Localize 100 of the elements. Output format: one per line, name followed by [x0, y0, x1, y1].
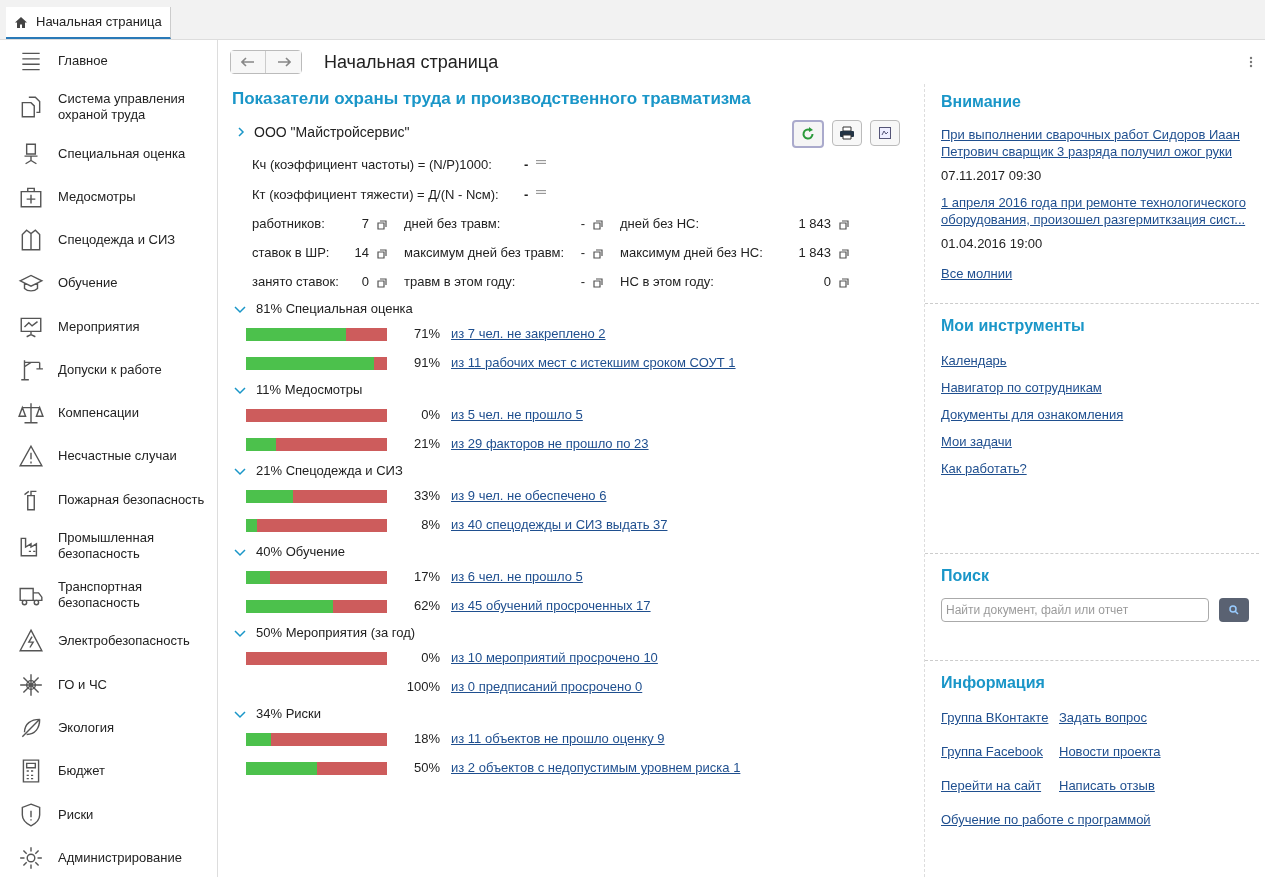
indicator-link[interactable]: из 11 рабочих мест с истекшим сроком СОУТ 1	[451, 353, 736, 373]
chevron-icon[interactable]	[234, 628, 246, 638]
stat-value: 0	[361, 273, 369, 292]
indicator-link[interactable]: из 0 предписаний просрочено 0	[451, 677, 643, 697]
link[interactable]: Обучение по работе с программой	[941, 812, 1151, 827]
copy-icon[interactable]	[375, 217, 388, 231]
link[interactable]: Все молнии	[941, 264, 1013, 284]
indicator-link[interactable]: из 9 чел. не обеспечено 6	[451, 486, 607, 506]
sidebar-item[interactable]: Электробезопасность	[0, 628, 217, 655]
percent-value: 62%	[413, 597, 440, 616]
section-title[interactable]: 40% Обучение	[256, 542, 346, 562]
indicator-link[interactable]: из 40 спецодежды и СИЗ выдать 37	[451, 515, 668, 535]
sidebar-item[interactable]: Главное	[0, 48, 217, 74]
equals-icon	[536, 159, 547, 164]
indicator-link[interactable]: из 7 чел. не закреплено 2	[451, 324, 606, 344]
copy-icon[interactable]	[837, 275, 850, 289]
link[interactable]: Перейти на сайт	[941, 778, 1042, 793]
link[interactable]: Написать отзыв	[1059, 778, 1155, 793]
sidebar-item[interactable]: Администрирование	[0, 844, 217, 871]
refresh-icon	[801, 126, 815, 141]
link[interactable]: Навигатор по сотрудникам	[941, 380, 1102, 395]
link[interactable]: Группа Facebook	[941, 744, 1043, 759]
indicator-link[interactable]: из 6 чел. не прошло 5	[451, 567, 583, 587]
link[interactable]: Документы для ознакомления	[941, 407, 1124, 422]
section-title[interactable]: 50% Мероприятия (за год)	[256, 623, 416, 643]
right-arrow-icon	[276, 57, 291, 67]
coefficient-value: -	[524, 155, 529, 174]
link[interactable]: 1 апреля 2016 года при ремонте технологического оборудования, произошел разгермиткзация сист...	[941, 193, 1259, 228]
sidebar-item[interactable]: Специальная оценка	[0, 140, 217, 167]
link[interactable]: Группа ВКонтакте	[941, 710, 1049, 725]
chevron-icon[interactable]	[236, 127, 246, 137]
home-tab[interactable]: Начальная страница	[6, 7, 171, 39]
sidebar-item[interactable]: Компенсации	[0, 400, 217, 427]
forward-button[interactable]	[266, 51, 301, 73]
copy-icon[interactable]	[375, 246, 388, 260]
back-button[interactable]	[231, 51, 266, 73]
report-button[interactable]	[870, 119, 900, 146]
sidebar-item[interactable]: Спецодежда и СИЗ	[0, 227, 217, 254]
indicator-link[interactable]: из 10 мероприятий просрочено 10	[451, 648, 658, 668]
sidebar-item[interactable]: Обучение	[0, 270, 217, 297]
indicator-link[interactable]: из 2 объектов с недопустимым уровнем риска 1	[451, 758, 741, 778]
stat-label: НС в этом году:	[620, 273, 715, 292]
link[interactable]: Новости проекта	[1059, 744, 1161, 759]
sidebar-item[interactable]: ГО и ЧС	[0, 671, 217, 698]
search-field[interactable]: Найти документ, файл или отчет	[941, 598, 1209, 622]
stat-label: дней без НС:	[620, 215, 701, 234]
copy-icon[interactable]	[591, 275, 604, 289]
chevron-icon[interactable]	[234, 385, 246, 395]
sidebar-item[interactable]: Несчастные случаи	[0, 443, 217, 470]
indicator-link[interactable]: из 5 чел. не прошло 5	[451, 405, 583, 425]
link[interactable]: Задать вопрос	[1059, 710, 1147, 725]
section-title[interactable]: 11% Медосмотры	[256, 380, 363, 400]
indicator-link[interactable]: из 11 объектов не прошло оценку 9	[451, 729, 665, 749]
stat-value: 7	[361, 215, 369, 234]
section-title[interactable]: 34% Риски	[256, 704, 321, 724]
indicator-link[interactable]: из 45 обучений просроченных 17	[451, 596, 651, 616]
print-button[interactable]	[832, 119, 862, 146]
percent-value: 17%	[413, 568, 440, 587]
sidebar-item[interactable]: Медосмотры	[0, 183, 217, 210]
stat-label: максимум дней без травм:	[404, 244, 566, 263]
stat-value: -	[580, 244, 585, 263]
stat-value: 14	[354, 244, 369, 263]
link[interactable]: При выполнении сварочных работ Сидоров Иаан Петрович сварщик 3 разряда получил ожог руки	[941, 126, 1259, 160]
chevron-icon[interactable]	[234, 466, 246, 476]
refresh-button[interactable]	[792, 119, 824, 148]
copy-icon[interactable]	[375, 275, 388, 289]
search-button[interactable]	[1219, 598, 1249, 622]
stat-value: 1 843	[798, 215, 831, 234]
sidebar-item[interactable]: Транспортная безопасность	[0, 579, 217, 612]
chevron-icon[interactable]	[234, 709, 246, 719]
coefficient-label: Кт (коэффициент тяжести) = Д/(N - Nсм):	[252, 185, 500, 204]
section-heading: Внимание	[941, 92, 1022, 112]
copy-icon[interactable]	[591, 217, 604, 231]
chevron-icon[interactable]	[234, 547, 246, 557]
sidebar-item[interactable]: Риски	[0, 801, 217, 828]
sidebar-item[interactable]: Бюджет	[0, 758, 217, 785]
sidebar-item[interactable]: Пожарная безопасность	[0, 486, 217, 513]
chevron-icon[interactable]	[234, 304, 246, 314]
section-title[interactable]: 81% Специальная оценка	[256, 299, 413, 319]
link[interactable]: Мои задачи	[941, 434, 1012, 449]
stat-label: дней без травм:	[404, 215, 502, 234]
copy-icon[interactable]	[837, 217, 850, 231]
section-title[interactable]: 21% Спецодежда и СИЗ	[256, 461, 403, 481]
percent-value: 0%	[421, 406, 440, 425]
link[interactable]: Как работать?	[941, 461, 1027, 476]
link[interactable]: Календарь	[941, 353, 1007, 368]
more-icon[interactable]	[1249, 56, 1253, 68]
section-heading: Поиск	[941, 566, 990, 586]
sidebar-item[interactable]: Допуски к работе	[0, 356, 217, 383]
stat-value: -	[580, 273, 585, 292]
sidebar-item[interactable]: Экология	[0, 715, 217, 741]
sidebar-item[interactable]: Мероприятия	[0, 313, 217, 340]
stat-label: занято ставок:	[252, 273, 340, 292]
copy-icon[interactable]	[837, 246, 850, 260]
sidebar-item[interactable]: Промышленная безопасность	[0, 529, 217, 562]
indicator-link[interactable]: из 29 факторов не прошло по 23	[451, 434, 649, 454]
copy-icon[interactable]	[591, 246, 604, 260]
organization-name: ООО "Майстройсервис"	[254, 122, 410, 142]
sidebar-item[interactable]: Система управления охраной труда	[0, 91, 217, 124]
home-icon	[14, 15, 28, 29]
